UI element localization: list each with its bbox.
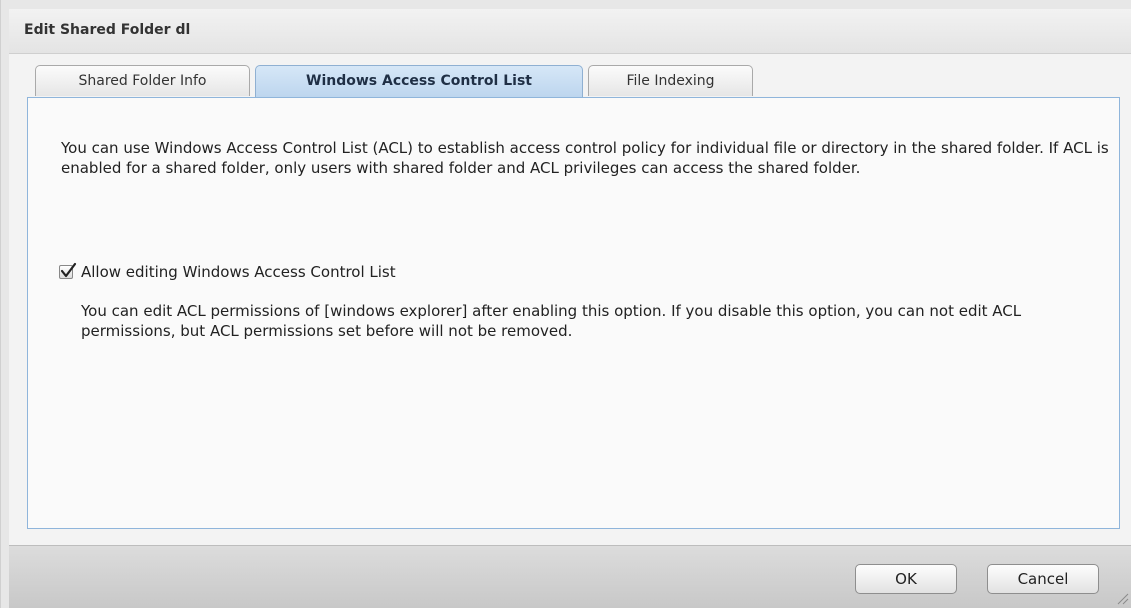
allow-acl-checkbox[interactable] (59, 262, 77, 279)
edit-shared-folder-dialog: Edit Shared Folder dl Shared Folder Info… (0, 0, 1131, 608)
acl-description: You can use Windows Access Control List … (61, 139, 1109, 177)
ok-button[interactable]: OK (855, 564, 957, 594)
resize-grip-icon[interactable] (1115, 591, 1129, 605)
dialog-titlebar[interactable]: Edit Shared Folder dl (9, 9, 1131, 54)
allow-acl-checkbox-label[interactable]: Allow editing Windows Access Control Lis… (81, 263, 396, 281)
acl-panel: You can use Windows Access Control List … (27, 97, 1120, 529)
acl-hint-text: You can edit ACL permissions of [windows… (81, 302, 1022, 340)
checkmark-icon (60, 262, 77, 278)
tab-file-indexing[interactable]: File Indexing (588, 65, 753, 96)
cancel-button[interactable]: Cancel (987, 564, 1099, 594)
allow-acl-checkbox-row[interactable]: Allow editing Windows Access Control Lis… (59, 262, 396, 282)
tab-windows-acl[interactable]: Windows Access Control List (255, 65, 583, 98)
dialog-title: Edit Shared Folder dl (24, 22, 191, 38)
tab-shared-folder-info[interactable]: Shared Folder Info (35, 65, 250, 96)
dialog-footer: OK Cancel (9, 545, 1131, 608)
